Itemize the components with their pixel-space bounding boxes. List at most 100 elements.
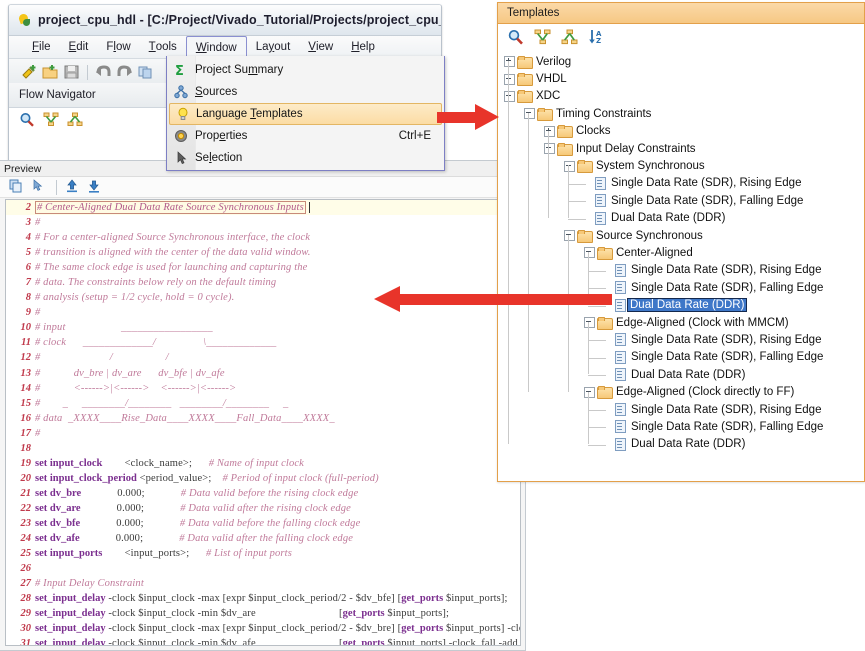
flow-navigator-panel: Flow Navigator [9, 83, 187, 171]
template-file-icon [615, 264, 626, 277]
folder-icon [577, 230, 592, 242]
menu-item-language-templates[interactable]: Language Templates [169, 103, 442, 125]
tree-guide-line [568, 201, 586, 202]
folder-icon [597, 386, 612, 398]
arrow-to-preview [374, 286, 612, 312]
svg-text:Z: Z [596, 37, 601, 45]
tree-folder-node[interactable]: Center-Aligned [498, 244, 864, 261]
tree-folder-node[interactable]: Timing Constraints [498, 105, 864, 122]
menu-help[interactable]: Help [342, 36, 384, 58]
menu-item-properties[interactable]: Properties Ctrl+E [167, 125, 444, 147]
tree-template-node[interactable]: Dual Data Rate (DDR) [498, 436, 864, 453]
tree-template-node[interactable]: Single Data Rate (SDR), Rising Edge [498, 175, 864, 192]
template-file-icon [615, 299, 626, 312]
menu-tools[interactable]: Tools [140, 36, 186, 58]
synthesis-icon[interactable] [67, 112, 84, 128]
collapse-icon[interactable] [584, 387, 595, 398]
arrow-to-templates [437, 104, 499, 130]
tree-folder-node[interactable]: Source Synchronous [498, 227, 864, 244]
code-text: set dv_are [35, 503, 81, 514]
search-icon[interactable] [19, 112, 36, 128]
new-project-icon[interactable] [21, 64, 38, 80]
redo-icon[interactable] [116, 64, 133, 80]
tree-template-node[interactable]: Single Data Rate (SDR), Falling Edge [498, 349, 864, 366]
collapse-all-icon[interactable] [534, 29, 551, 45]
expand-icon[interactable] [504, 56, 515, 67]
code-text: set dv_bre [35, 488, 81, 499]
code-line: 12# / / [6, 350, 520, 365]
code-line: 13# dv_bre | dv_are dv_bfe | dv_afe [6, 366, 520, 381]
tree-template-node[interactable]: Dual Data Rate (DDR) [498, 366, 864, 383]
tree-folder-node[interactable]: Input Delay Constraints [498, 140, 864, 157]
menu-item-sources[interactable]: Sources [167, 81, 444, 103]
menu-layout[interactable]: Layout [247, 36, 300, 58]
code-line: 18 [6, 441, 520, 456]
search-icon[interactable] [507, 29, 524, 45]
tree-node-label: Verilog [533, 56, 571, 68]
save-icon[interactable] [63, 64, 80, 80]
tree-folder-node[interactable]: Edge-Aligned (Clock directly to FF) [498, 383, 864, 400]
select-icon[interactable] [31, 179, 48, 195]
code-text: # The same clock edge is used for launch… [35, 262, 307, 273]
sort-az-icon[interactable]: AZ [588, 29, 605, 45]
tree-template-node[interactable]: Single Data Rate (SDR), Rising Edge [498, 401, 864, 418]
window-layout-icon[interactable] [137, 64, 154, 80]
tree-node-label: Single Data Rate (SDR), Rising Edge [608, 177, 801, 189]
text-caret [309, 202, 310, 213]
menu-view[interactable]: View [299, 36, 342, 58]
collapse-icon[interactable] [584, 317, 595, 328]
tree-template-node[interactable]: Single Data Rate (SDR), Rising Edge [498, 331, 864, 348]
menu-item-project-summary[interactable]: Σ Project Summary [167, 59, 444, 81]
line-number: 26 [6, 563, 35, 574]
scroll-up-icon[interactable] [65, 179, 82, 195]
toolbar-separator [56, 180, 57, 195]
code-text: # [35, 428, 40, 439]
expand-all-icon[interactable] [561, 29, 578, 45]
collapse-icon[interactable] [524, 108, 535, 119]
collapse-icon[interactable] [544, 143, 555, 154]
preview-panel: Preview 2# Center-Aligned Dual Data Rate… [0, 160, 526, 651]
templates-tree[interactable]: Verilog VHDLXDCTiming ConstraintsClocksIn… [498, 50, 864, 481]
tree-template-node[interactable]: Single Data Rate (SDR), Falling Edge [498, 192, 864, 209]
undo-icon[interactable] [95, 64, 112, 80]
code-text: # dv_bre | dv_are dv_bfe | dv_afe [35, 368, 225, 379]
tree-folder-node[interactable]: VHDL [498, 70, 864, 87]
tree-folder-node[interactable]: System Synchronous [498, 157, 864, 174]
tree-template-node[interactable]: Dual Data Rate (DDR) [498, 210, 864, 227]
code-text: 0.000; [80, 518, 180, 529]
line-number: 3 [6, 217, 35, 228]
collapse-icon[interactable] [584, 247, 595, 258]
code-line: 28set_input_delay -clock $input_clock -m… [6, 591, 520, 606]
collapse-icon[interactable] [504, 91, 515, 102]
flow-navigator-header: Flow Navigator [9, 83, 186, 108]
collapse-icon[interactable] [564, 161, 575, 172]
menu-file[interactable]: File [23, 36, 60, 58]
scroll-down-icon[interactable] [87, 179, 104, 195]
code-preview-area[interactable]: 2# Center-Aligned Dual Data Rate Source … [5, 199, 521, 646]
elaborate-icon[interactable] [43, 112, 60, 128]
copy-icon[interactable] [9, 179, 26, 195]
open-project-icon[interactable] [42, 64, 59, 80]
tree-folder-node[interactable]: Verilog [498, 53, 864, 70]
expand-icon[interactable] [544, 126, 555, 137]
menu-flow[interactable]: Flow [97, 36, 139, 58]
expand-icon[interactable] [504, 74, 515, 85]
tree-guide-line [568, 235, 569, 392]
code-text: # transition is aligned with the center … [35, 247, 311, 258]
code-line: 17# [6, 426, 520, 441]
line-number: 11 [6, 337, 35, 348]
tree-template-node[interactable]: Single Data Rate (SDR), Rising Edge [498, 262, 864, 279]
line-number: 18 [6, 443, 35, 454]
tree-folder-node[interactable]: XDC [498, 88, 864, 105]
tree-folder-node[interactable]: Edge-Aligned (Clock with MMCM) [498, 314, 864, 331]
template-file-icon [615, 438, 626, 451]
code-line: 30set_input_delay -clock $input_clock -m… [6, 621, 520, 636]
code-text: -clock $input_clock -max [expr $input_cl… [106, 593, 402, 604]
menu-edit[interactable]: Edit [60, 36, 98, 58]
collapse-icon[interactable] [564, 230, 575, 241]
tree-folder-node[interactable]: Clocks [498, 123, 864, 140]
menu-item-selection[interactable]: Selection [167, 147, 444, 169]
tree-template-node[interactable]: Single Data Rate (SDR), Falling Edge [498, 418, 864, 435]
line-number: 10 [6, 322, 35, 333]
code-line: 4# For a center-aligned Source Synchrono… [6, 230, 520, 245]
